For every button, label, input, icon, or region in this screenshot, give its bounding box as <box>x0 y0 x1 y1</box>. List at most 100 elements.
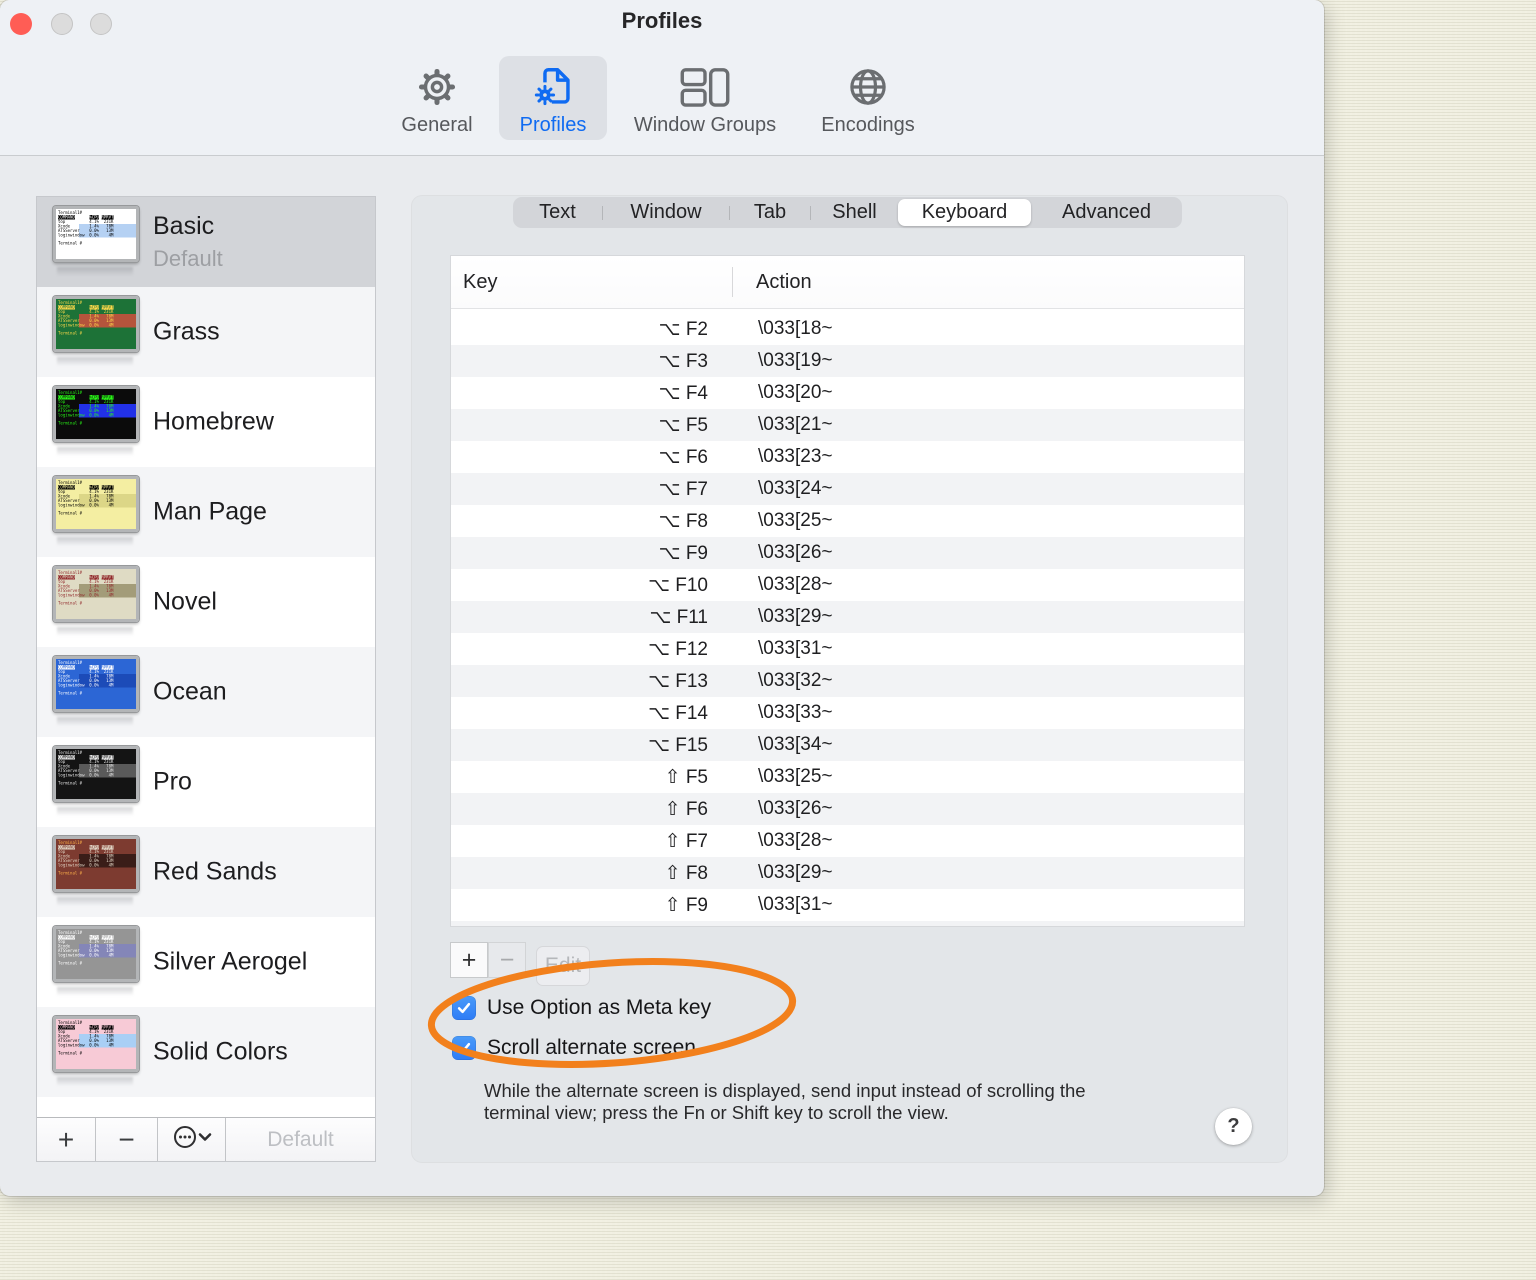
add-profile-button[interactable]: + <box>37 1118 96 1161</box>
profile-name: Basic <box>153 212 215 240</box>
key-cell: ⌥ F2 <box>658 318 708 340</box>
key-cell: ⌥ F12 <box>648 638 708 660</box>
profile-sidebar: Terminal1# COMMAND %CPU RPRVT top 4.1% 231… <box>36 196 376 1162</box>
table-row[interactable]: ⌥ F12 \033[31~ <box>451 633 1244 665</box>
profile-row-grass[interactable]: Terminal1# COMMAND %CPU RPRVT top 4.1% 231… <box>37 287 375 377</box>
tab-tab[interactable]: Tab <box>730 197 810 228</box>
table-row[interactable]: ⌥ F5 \033[21~ <box>451 409 1244 441</box>
table-row[interactable]: ⌥ F6 \033[23~ <box>451 441 1244 473</box>
profile-row-ocean[interactable]: Terminal1# COMMAND %CPU RPRVT top 4.1% 231… <box>37 647 375 737</box>
action-cell: \033[32~ <box>758 670 833 691</box>
more-options-button[interactable] <box>158 1118 226 1161</box>
key-cell: ⌥ F9 <box>658 542 708 564</box>
action-cell: \033[31~ <box>758 894 833 915</box>
table-row[interactable]: ⇧ F5 \033[25~ <box>451 761 1244 793</box>
action-cell: \033[28~ <box>758 830 833 851</box>
profile-row-basic[interactable]: Terminal1# COMMAND %CPU RPRVT top 4.1% 231… <box>37 197 375 287</box>
profile-row-red-sands[interactable]: Terminal1# COMMAND %CPU RPRVT top 4.1% 231… <box>37 827 375 917</box>
key-cell: ⌥ F10 <box>648 574 708 596</box>
action-cell: \033[26~ <box>758 542 833 563</box>
profile-thumbnail: Terminal1# COMMAND %CPU RPRVT top 4.1% 231… <box>53 746 139 802</box>
scroll-alternate-screen-row: Scroll alternate screen <box>452 1036 696 1060</box>
profile-name: Man Page <box>153 497 267 526</box>
use-option-as-meta-key-row: Use Option as Meta key <box>452 996 711 1020</box>
sidebar-actions: + − Default <box>37 1117 375 1161</box>
profile-row-pro[interactable]: Terminal1# COMMAND %CPU RPRVT top 4.1% 231… <box>37 737 375 827</box>
table-row[interactable]: ⌥ F15 \033[34~ <box>451 729 1244 761</box>
help-button[interactable]: ? <box>1215 1108 1252 1145</box>
action-cell: \033[26~ <box>758 798 833 819</box>
table-row[interactable]: ⌥ F2 \033[18~ <box>451 313 1244 345</box>
toolbar-item-label: General <box>401 114 473 136</box>
key-cell: ⌥ F4 <box>658 382 708 404</box>
profile-name: Grass <box>153 317 220 346</box>
key-cell: ⌥ F3 <box>658 350 708 372</box>
use-option-as-meta-key-checkbox[interactable] <box>452 996 476 1020</box>
table-row[interactable]: ⇧ F7 \033[28~ <box>451 825 1244 857</box>
column-header-action[interactable]: Action <box>756 271 812 294</box>
key-cell: ⇧ F8 <box>664 862 708 884</box>
table-body: ⌥ F2 \033[18~ ⌥ F3 \033[19~ ⌥ F4 \033[20~ ⌥ F5… <box>451 309 1244 921</box>
toolbar-item-window-groups[interactable]: Window Groups <box>620 56 790 140</box>
tab-advanced[interactable]: Advanced <box>1031 197 1182 228</box>
action-cell: \033[21~ <box>758 414 833 435</box>
tab-text[interactable]: Text <box>513 197 602 228</box>
toolbar-item-encodings[interactable]: Encodings <box>783 56 953 140</box>
table-footer-stripe <box>451 921 1244 926</box>
scroll-alternate-screen-checkbox[interactable] <box>452 1036 476 1060</box>
tab-shell[interactable]: Shell <box>811 197 898 228</box>
profile-row-novel[interactable]: Terminal1# COMMAND %CPU RPRVT top 4.1% 231… <box>37 557 375 647</box>
table-row[interactable]: ⇧ F8 \033[29~ <box>451 857 1244 889</box>
remove-profile-button[interactable]: − <box>96 1118 158 1161</box>
action-cell: \033[29~ <box>758 606 833 627</box>
table-row[interactable]: ⌥ F9 \033[26~ <box>451 537 1244 569</box>
profile-row-homebrew[interactable]: Terminal1# COMMAND %CPU RPRVT top 4.1% 231… <box>37 377 375 467</box>
profile-thumbnail: Terminal1# COMMAND %CPU RPRVT top 4.1% 231… <box>53 476 139 532</box>
profile-row-man-page[interactable]: Terminal1# COMMAND %CPU RPRVT top 4.1% 231… <box>37 467 375 557</box>
table-row[interactable]: ⌥ F4 \033[20~ <box>451 377 1244 409</box>
profile-name: Red Sands <box>153 857 277 886</box>
tab-window[interactable]: Window <box>603 197 729 228</box>
table-row[interactable]: ⌥ F11 \033[29~ <box>451 601 1244 633</box>
add-key-mapping-button[interactable]: + <box>450 942 488 978</box>
checkmark-icon <box>457 1042 471 1054</box>
edit-key-mapping-button[interactable]: Edit <box>536 946 590 986</box>
toolbar-item-label: Profiles <box>519 114 587 136</box>
key-cell: ⇧ F7 <box>664 830 708 852</box>
table-row[interactable]: ⌥ F7 \033[24~ <box>451 473 1244 505</box>
profile-row-solid-colors[interactable]: Terminal1# COMMAND %CPU RPRVT top 4.1% 231… <box>37 1007 375 1097</box>
tab-keyboard[interactable]: Keyboard <box>898 199 1031 226</box>
action-cell: \033[25~ <box>758 510 833 531</box>
profile-thumbnail: Terminal1# COMMAND %CPU RPRVT top 4.1% 231… <box>53 1016 139 1072</box>
set-default-button[interactable]: Default <box>226 1118 375 1161</box>
profile-thumbnail: Terminal1# COMMAND %CPU RPRVT top 4.1% 231… <box>53 386 139 442</box>
table-row[interactable]: ⌥ F3 \033[19~ <box>451 345 1244 377</box>
toolbar-item-label: Window Groups <box>633 114 777 136</box>
key-cell: ⌥ F6 <box>658 446 708 468</box>
profile-name: Solid Colors <box>153 1037 288 1066</box>
table-row[interactable]: ⌥ F10 \033[28~ <box>451 569 1244 601</box>
titlebar: Profiles General Profiles Window Groups … <box>0 0 1324 156</box>
profile-row-silver-aerogel[interactable]: Terminal1# COMMAND %CPU RPRVT top 4.1% 231… <box>37 917 375 1007</box>
table-row[interactable]: ⌥ F13 \033[32~ <box>451 665 1244 697</box>
profile-thumbnail: Terminal1# COMMAND %CPU RPRVT top 4.1% 231… <box>53 836 139 892</box>
profiles-settings-panel: Text Window Tab Shell Keyboard Advanced Key A… <box>412 196 1287 1162</box>
key-mappings-table: Key Action ⌥ F2 \033[18~ ⌥ F3 \033[19~ ⌥ F4 \… <box>450 255 1245 927</box>
action-cell: \033[18~ <box>758 318 833 339</box>
toolbar-item-profiles[interactable]: Profiles <box>468 56 638 140</box>
more-options-icon <box>172 1124 212 1155</box>
column-header-key[interactable]: Key <box>463 271 497 294</box>
table-row[interactable]: ⌥ F8 \033[25~ <box>451 505 1244 537</box>
action-cell: \033[20~ <box>758 382 833 403</box>
table-row[interactable]: ⌥ F14 \033[33~ <box>451 697 1244 729</box>
profile-name: Homebrew <box>153 407 274 436</box>
remove-key-mapping-button[interactable]: − <box>488 942 526 978</box>
settings-tab-bar: Text Window Tab Shell Keyboard Advanced <box>513 197 1182 228</box>
profile-thumbnail: Terminal1# COMMAND %CPU RPRVT top 4.1% 231… <box>53 296 139 352</box>
key-cell: ⌥ F15 <box>648 734 708 756</box>
table-row[interactable]: ⇧ F9 \033[31~ <box>451 889 1244 921</box>
globe-icon <box>845 56 891 110</box>
key-cell: ⌥ F11 <box>649 606 708 628</box>
table-row[interactable]: ⇧ F6 \033[26~ <box>451 793 1244 825</box>
column-divider[interactable] <box>732 267 733 297</box>
